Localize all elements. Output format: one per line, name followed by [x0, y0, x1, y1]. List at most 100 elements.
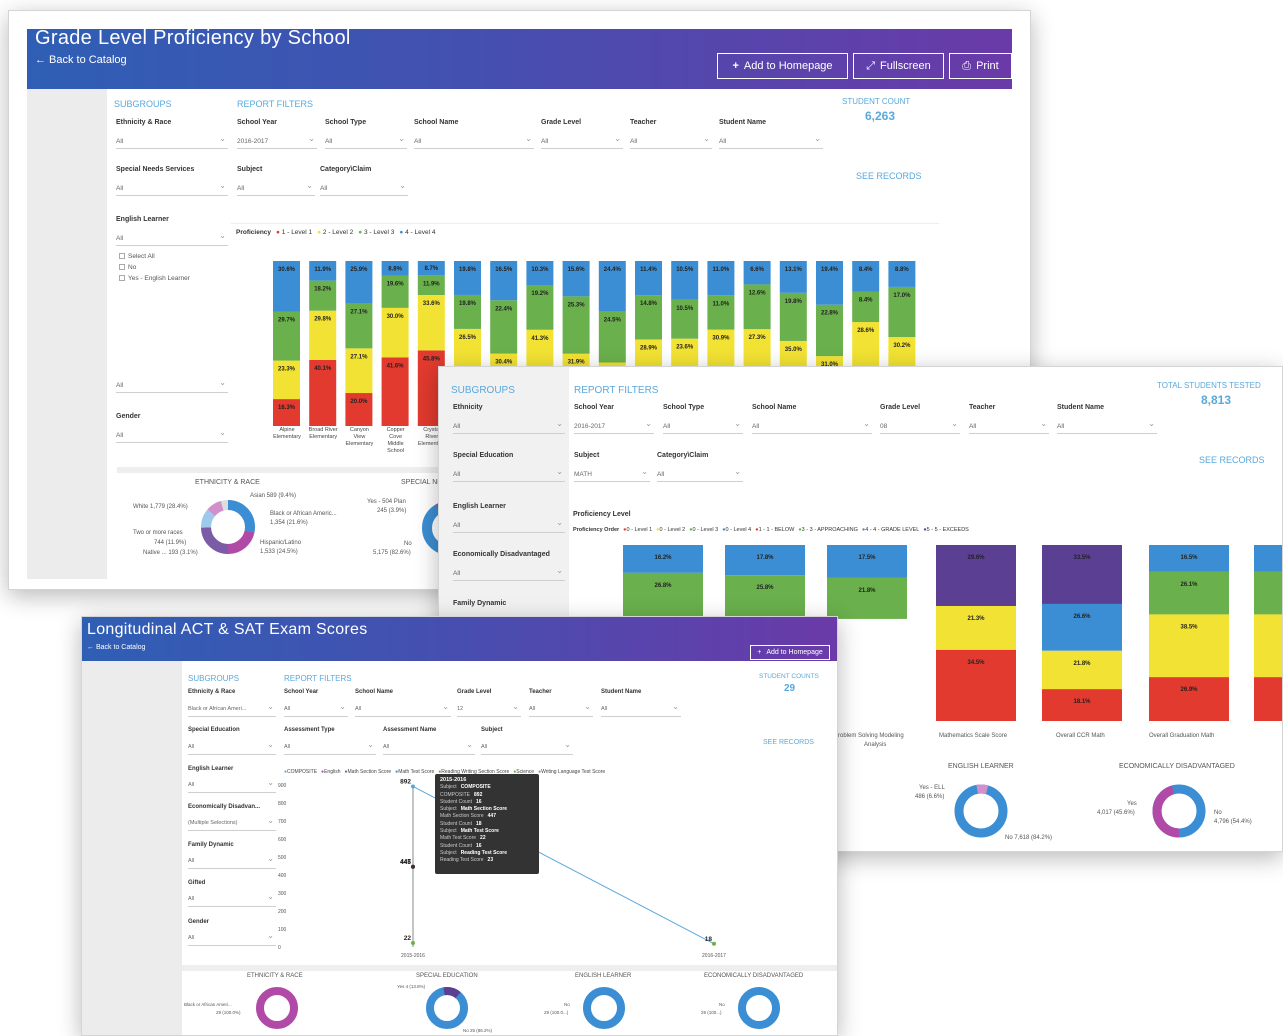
el-label-no: No 7,618 (84.2%) [1005, 835, 1053, 841]
bar-value-label: 33.5% [1073, 555, 1091, 561]
assessment-type-dropdown[interactable]: All [284, 741, 376, 755]
school-name-dropdown[interactable]: All [752, 420, 872, 434]
family-dynamic-dropdown[interactable]: All [188, 855, 276, 869]
option-yes-english-learner[interactable]: Yes - English Learner [119, 273, 190, 284]
longitudinal-line-chart: 900 800 700 600 500 400 300 200 100 0 2015-2016 201… [278, 778, 726, 959]
bar-segment [526, 261, 554, 286]
special-education-dropdown[interactable]: All [453, 468, 565, 482]
data-point-label: 892 [400, 778, 411, 785]
school-year-dropdown[interactable]: All [284, 703, 348, 717]
proficiency-legend: Proficiency ● 1 - Level 1 ● 2 - Level 2 … [236, 229, 435, 236]
bar-segment [852, 261, 880, 292]
xlabel-problem-solving-2: Analysis [864, 742, 887, 748]
report-filters-heading: REPORT FILTERS [574, 385, 659, 396]
student-name-dropdown[interactable]: All [1057, 420, 1157, 434]
subject-dropdown[interactable]: All [481, 741, 573, 755]
tooltip-row: Subject COMPOSITE [440, 784, 491, 791]
back-to-catalog-link[interactable]: ← Back to Catalog [35, 54, 127, 66]
school-type-dropdown[interactable]: All [325, 135, 407, 149]
left-sidebar [27, 89, 107, 579]
grade-level-dropdown[interactable]: All [541, 135, 623, 149]
category-dropdown[interactable]: All [320, 182, 408, 196]
category-dropdown[interactable]: All [657, 468, 743, 482]
filter-label-school-name: School Name [414, 119, 459, 126]
left-sidebar [82, 661, 182, 1035]
eth-label-two-more: Two or more races [133, 530, 183, 536]
y-tick-label: 900 [278, 783, 287, 789]
back-to-catalog-link[interactable]: ← Back to Catalog [87, 644, 145, 651]
y-tick-label: 700 [278, 819, 287, 825]
see-records-link[interactable]: SEE RECORDS [763, 739, 814, 746]
filter-label-teacher: Teacher [529, 689, 552, 695]
student-name-dropdown[interactable]: All [601, 703, 681, 717]
bar-segment [1042, 603, 1122, 651]
school-name-dropdown[interactable]: All [414, 135, 534, 149]
bar-value-label: 17.0% [893, 293, 911, 299]
student-counts-value: 29 [784, 683, 796, 694]
grade-level-dropdown[interactable]: 08 [880, 420, 960, 434]
school-name-dropdown[interactable]: All [355, 703, 451, 717]
ethnicity-dropdown[interactable]: Black or African Ameri... [188, 703, 276, 717]
see-records-link[interactable]: SEE RECORDS [856, 171, 922, 181]
legend-item: ●English [321, 769, 341, 775]
bar-segment [936, 606, 1016, 650]
bar-value-label: 25.9% [350, 267, 368, 273]
gender-dropdown[interactable]: All [188, 932, 276, 946]
see-records-link[interactable]: SEE RECORDS [1199, 455, 1265, 465]
bar-value-label: 41.6% [387, 363, 405, 369]
print-button[interactable]: ⎙ Print [949, 53, 1012, 79]
legend-item-1: ● 1 - Level 1 [276, 229, 313, 236]
teacher-dropdown[interactable]: All [969, 420, 1049, 434]
bar-value-label: 11.9% [423, 281, 440, 287]
bar-value-label: 21.8% [1073, 661, 1091, 667]
special-education-donut-title: SPECIAL EDUCATION [416, 973, 478, 979]
tooltip-row: Subject Math Section Score [440, 806, 508, 813]
teacher-dropdown[interactable]: All [630, 135, 712, 149]
english-learner-dropdown[interactable]: All [116, 232, 228, 246]
bar-value-label: 8.8% [895, 267, 909, 273]
fullscreen-button[interactable]: ⤢ Fullscreen [853, 53, 944, 79]
printer-icon: ⎙ [962, 59, 972, 72]
filter-label-econ-disadvantaged: Economically Disadvantaged [453, 551, 550, 558]
english-learner-dropdown[interactable]: All [453, 519, 565, 533]
option-select-all[interactable]: Select All [119, 251, 190, 262]
filter-label-student-name: Student Name [719, 119, 767, 126]
ethnicity-dropdown[interactable]: All [116, 135, 228, 149]
bar-value-label: 27.1% [350, 310, 368, 316]
teacher-dropdown[interactable]: All [529, 703, 593, 717]
ethnicity-dropdown[interactable]: All [453, 420, 565, 434]
option-no[interactable]: No [119, 262, 190, 273]
econ-disadvantaged-dropdown[interactable]: (Multiple Selections) [188, 817, 276, 831]
econ-disadvantaged-dropdown[interactable]: All [453, 567, 565, 581]
filter-label-english-learner: English Learner [453, 503, 506, 510]
student-counts-label: STUDENT COUNTS [759, 673, 819, 680]
english-learner-donut-chart [954, 784, 1008, 838]
bar-value-label: 26.1% [1180, 582, 1198, 588]
xlabel-problem-solving: Problem Solving Modeling [834, 733, 904, 739]
eth-label-hispanic: Hispanic/Latino [260, 540, 302, 546]
add-to-homepage-button[interactable]: + Add to Homepage [717, 53, 848, 79]
legend-item-2: ● 2 - Level 2 [317, 229, 354, 236]
gender-dropdown[interactable]: All [116, 429, 228, 443]
bar-segment [1149, 571, 1229, 615]
assessment-name-dropdown[interactable]: All [383, 741, 475, 755]
econ-label-no-val: 29 (100...) [701, 1010, 722, 1015]
subject-dropdown[interactable]: All [237, 182, 315, 196]
gifted-dropdown[interactable]: All [188, 893, 276, 907]
english-learner-dropdown-2[interactable]: All [116, 379, 228, 393]
school-label: Copper Cove Middle School [386, 427, 405, 454]
expand-icon: ⤢ [866, 59, 876, 72]
special-education-dropdown[interactable]: All [188, 741, 276, 755]
add-to-homepage-button[interactable]: + Add to Homepage [750, 645, 830, 660]
econ-label-no: No [1214, 810, 1222, 816]
grade-level-dropdown[interactable]: 12 [457, 703, 521, 717]
subject-dropdown[interactable]: MATH [574, 468, 650, 482]
english-learner-dropdown[interactable]: All [188, 779, 276, 793]
school-year-dropdown[interactable]: 2016-2017 [574, 420, 654, 434]
student-name-dropdown[interactable]: All [719, 135, 823, 149]
legend-title: Proficiency [236, 229, 272, 236]
school-year-dropdown[interactable]: 2016-2017 [237, 135, 317, 149]
econ-label-yes: Yes [1127, 801, 1137, 807]
special-needs-dropdown[interactable]: All [116, 182, 228, 196]
school-type-dropdown[interactable]: All [663, 420, 743, 434]
